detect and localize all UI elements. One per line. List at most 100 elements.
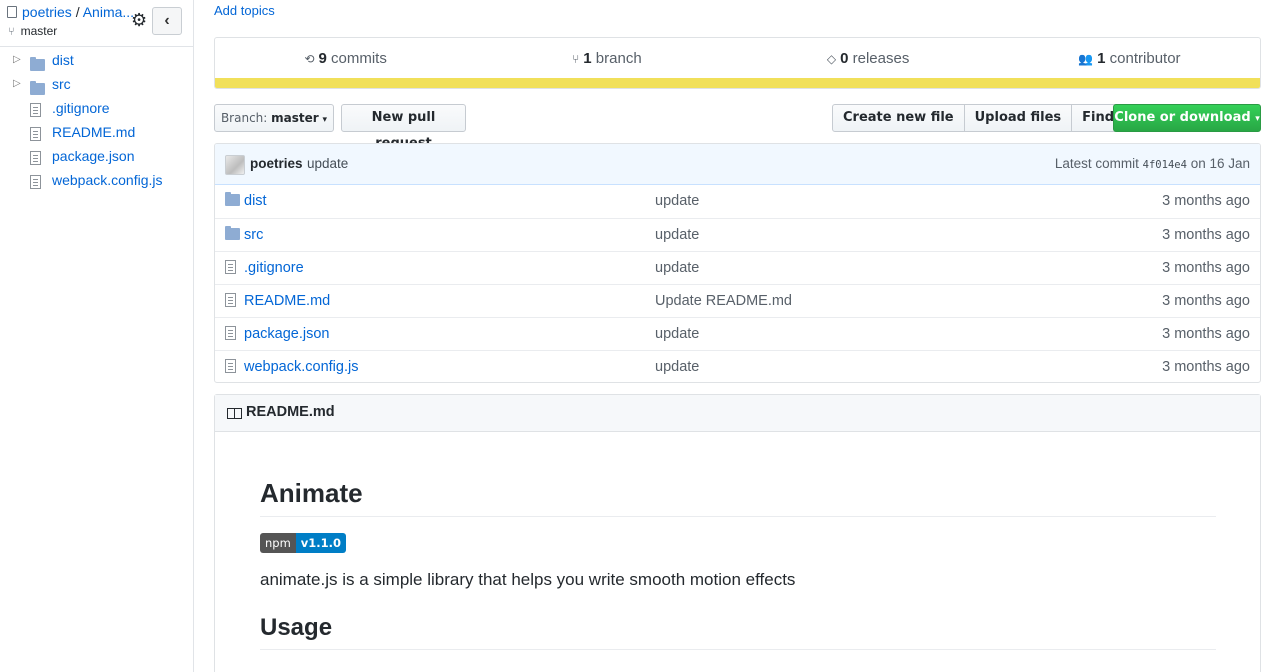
file-commit-message[interactable]: update: [655, 193, 699, 209]
sidebar-header: poetries / Anima... ⑂ master ⚙ ‹: [0, 0, 193, 47]
file-commit-message[interactable]: Update README.md: [655, 293, 792, 309]
file-age: 3 months ago: [1162, 226, 1250, 243]
commit-author[interactable]: poetries: [250, 156, 303, 171]
branch-label: branch: [595, 50, 642, 67]
latest-commit-bar: poetries update Latest commit 4f014e4 on…: [215, 144, 1260, 185]
file-rows: dist update 3 months ago src update 3 months …: [215, 185, 1260, 382]
folder-icon: [225, 225, 240, 243]
expand-icon[interactable]: ▷: [13, 48, 21, 72]
readme-h1: Animate: [260, 477, 1216, 517]
clone-label: Clone or download: [1114, 110, 1251, 125]
file-actions-group: Create new file Upload files Find file: [832, 104, 1153, 132]
contributor-stat[interactable]: 👥 1 contributor: [999, 50, 1260, 67]
readme-content: Animate npm v1.1.0 animate.js is a simple…: [260, 432, 1216, 650]
branch-value: master: [271, 111, 319, 125]
repo-owner[interactable]: poetries: [22, 4, 72, 20]
sidebar-tree-label[interactable]: README.md: [52, 124, 135, 140]
releases-stat[interactable]: ◇ 0 releases: [738, 50, 999, 67]
table-row: dist update 3 months ago: [215, 185, 1260, 218]
file-age: 3 months ago: [1162, 292, 1250, 309]
repo-summary: ⟲ 9 commits ⑂ 1 branch ◇ 0 releases 👥 1 cont…: [214, 37, 1261, 89]
dropdown-caret-icon: ▾: [322, 115, 328, 125]
readme-title: README.md: [246, 404, 335, 420]
file-age: 3 months ago: [1162, 259, 1250, 276]
branch-prefix: Branch:: [220, 111, 268, 125]
history-icon: ⟲: [304, 52, 315, 66]
table-row: package.json update 3 months ago: [215, 317, 1260, 350]
gear-icon[interactable]: ⚙: [131, 10, 147, 30]
sidebar-branch: ⑂ master: [8, 24, 57, 38]
file-commit-message[interactable]: update: [655, 359, 699, 375]
releases-label: releases: [852, 50, 910, 67]
branch-count: 1: [583, 50, 592, 67]
file-name-link[interactable]: README.md: [244, 293, 330, 309]
create-new-file-button[interactable]: Create new file: [832, 104, 965, 132]
releases-count: 0: [840, 50, 849, 67]
sidebar-tree-label[interactable]: .gitignore: [52, 100, 110, 116]
file-age: 3 months ago: [1162, 325, 1250, 342]
dropdown-caret-icon: ▾: [1255, 114, 1260, 124]
contributor-count: 1: [1097, 50, 1106, 67]
file-name-link[interactable]: src: [244, 227, 263, 243]
file-name-link[interactable]: webpack.config.js: [244, 359, 358, 375]
tag-icon: ◇: [826, 52, 837, 66]
commit-date: on 16 Jan: [1190, 156, 1250, 171]
upload-files-button[interactable]: Upload files: [963, 104, 1073, 132]
file-age: 3 months ago: [1162, 193, 1250, 210]
sidebar-tree-item[interactable]: .gitignore: [0, 96, 193, 120]
expand-icon[interactable]: ▷: [13, 72, 21, 96]
sidebar-tree-item[interactable]: package.json: [0, 144, 193, 168]
file-name-link[interactable]: .gitignore: [244, 260, 304, 276]
sidebar-tree-item[interactable]: README.md: [0, 120, 193, 144]
sidebar-tree-item[interactable]: ▷ dist: [0, 48, 193, 72]
sidebar-tree-label[interactable]: dist: [52, 52, 74, 68]
table-row: src update 3 months ago: [215, 218, 1260, 251]
file-icon: [30, 172, 41, 196]
npm-badge[interactable]: npm v1.1.0: [260, 533, 347, 553]
latest-commit-info: Latest commit 4f014e4 on 16 Jan: [1055, 156, 1250, 171]
contributor-label: contributor: [1109, 50, 1181, 67]
clone-download-button[interactable]: Clone or download ▾: [1113, 104, 1261, 132]
file-name-link[interactable]: dist: [244, 193, 267, 209]
collapse-sidebar-button[interactable]: ‹: [152, 7, 182, 35]
repo-link[interactable]: poetries / Anima...: [7, 4, 135, 20]
branch-stat[interactable]: ⑂ 1 branch: [476, 50, 737, 67]
sidebar-tree-item[interactable]: ▷ src: [0, 72, 193, 96]
sidebar-tree-item[interactable]: webpack.config.js: [0, 168, 193, 192]
file-commit-message[interactable]: update: [655, 227, 699, 243]
commits-count: 9: [318, 50, 327, 67]
add-topics-link[interactable]: Add topics: [214, 3, 275, 18]
table-row: .gitignore update 3 months ago: [215, 251, 1260, 284]
file-icon: [225, 292, 236, 309]
avatar[interactable]: [225, 155, 245, 175]
latest-commit-prefix: Latest commit: [1054, 156, 1139, 171]
file-commit-message[interactable]: update: [655, 260, 699, 276]
file-tree-sidebar: poetries / Anima... ⑂ master ⚙ ‹ ▷ dist ▷ sr…: [0, 0, 194, 672]
table-row: webpack.config.js update 3 months ago: [215, 350, 1260, 382]
branch-select-button[interactable]: Branch: master ▾: [214, 104, 334, 132]
readme-description: animate.js is a simple library that help…: [260, 570, 796, 589]
readme-h2: Usage: [260, 613, 1216, 650]
commit-message[interactable]: update: [307, 156, 348, 171]
sidebar-tree-label[interactable]: src: [52, 76, 71, 92]
file-commit-message[interactable]: update: [655, 326, 699, 342]
file-icon: [225, 358, 236, 375]
folder-icon: [225, 192, 240, 209]
sidebar-tree-label[interactable]: package.json: [52, 148, 135, 164]
sidebar-tree: ▷ dist ▷ src .gitignore README.md package.json…: [0, 48, 193, 192]
branch-icon: ⑂: [8, 26, 15, 38]
repo-name[interactable]: Anima...: [83, 4, 134, 20]
readme-panel: README.md Animate npm v1.1.0 animate.js i…: [214, 394, 1261, 672]
sidebar-branch-label: master: [20, 24, 58, 38]
sidebar-tree-label[interactable]: webpack.config.js: [52, 172, 163, 188]
commits-stat[interactable]: ⟲ 9 commits: [215, 50, 476, 67]
readme-header: README.md: [215, 395, 1260, 432]
file-age: 3 months ago: [1162, 358, 1250, 375]
file-icon: [225, 325, 236, 342]
file-name-link[interactable]: package.json: [244, 326, 329, 342]
commit-sha[interactable]: 4f014e4: [1143, 159, 1187, 171]
language-bar[interactable]: [215, 78, 1260, 88]
new-pull-request-button[interactable]: New pull request: [341, 104, 466, 151]
badge-right: v1.1.0: [295, 533, 347, 553]
commits-label: commits: [330, 50, 387, 67]
